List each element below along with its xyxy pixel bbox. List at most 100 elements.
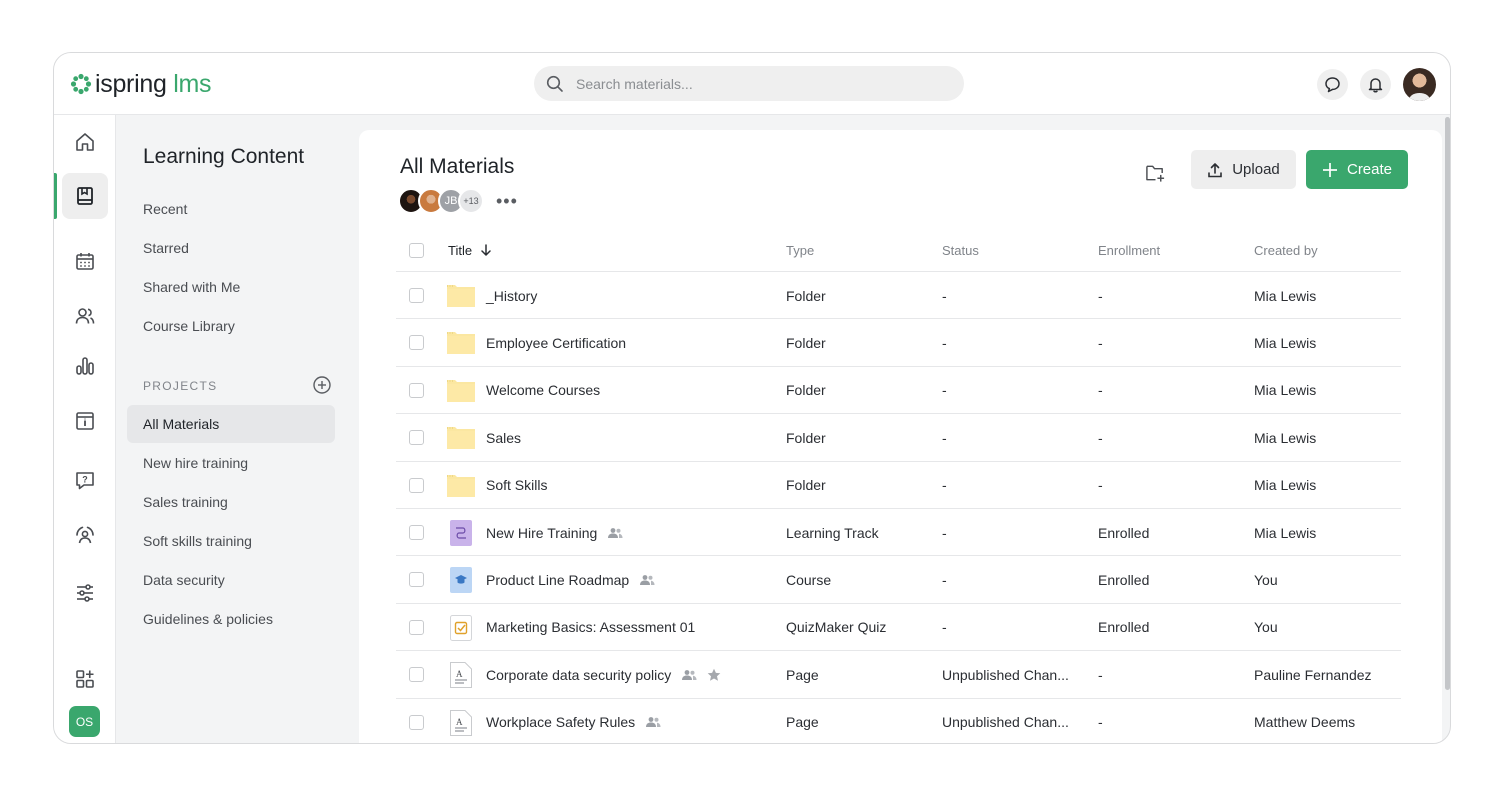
cell-status: -	[942, 571, 947, 588]
bell-icon	[1368, 78, 1383, 93]
folder-icon	[446, 472, 476, 498]
rail-settings[interactable]	[62, 570, 108, 616]
cell-created-by: You	[1254, 571, 1278, 588]
cell-title[interactable]: New Hire Training	[486, 509, 623, 556]
table-row[interactable]: Product Line Roadmap Course - Enrolled You	[396, 555, 1401, 602]
more-options-icon[interactable]: •••	[496, 192, 518, 210]
rail-reports[interactable]	[62, 343, 108, 389]
cell-type: Course	[786, 571, 832, 588]
row-checkbox[interactable]	[409, 714, 424, 730]
search-bar[interactable]	[534, 66, 964, 101]
cell-created-by: Mia Lewis	[1254, 334, 1317, 351]
column-enrollment[interactable]: Enrollment	[1098, 230, 1160, 270]
row-checkbox[interactable]	[409, 430, 424, 446]
row-checkbox[interactable]	[409, 525, 424, 540]
home-icon	[76, 133, 94, 151]
chat-button[interactable]	[1317, 69, 1348, 100]
table-row[interactable]: Employee Certification Folder - - Mia Lewis	[396, 318, 1401, 365]
project-guidelines-policies[interactable]: Guidelines & policies	[127, 600, 335, 638]
project-new-hire-training[interactable]: New hire training	[127, 444, 335, 482]
cell-type: Folder	[786, 429, 826, 446]
row-checkbox[interactable]	[409, 382, 424, 398]
cell-created-by: Matthew Deems	[1254, 714, 1356, 731]
add-apps-icon	[76, 670, 94, 688]
row-checkbox[interactable]	[409, 572, 424, 588]
create-button[interactable]: Create	[1306, 150, 1408, 189]
rail-help[interactable]: ?	[62, 457, 108, 503]
cell-title[interactable]: Product Line Roadmap	[486, 556, 655, 603]
nav-starred[interactable]: Starred	[143, 240, 189, 256]
scrollbar[interactable]	[1445, 117, 1450, 690]
nav-course-library[interactable]: Course Library	[143, 318, 235, 334]
project-sales-training[interactable]: Sales training	[127, 483, 335, 521]
row-checkbox[interactable]	[409, 619, 424, 635]
cell-enrollment: -	[1098, 714, 1103, 731]
cell-enrollment: Enrolled	[1098, 524, 1150, 541]
project-members[interactable]: JB +13 •••	[398, 187, 518, 215]
rail-users[interactable]	[62, 293, 108, 339]
cell-status: -	[942, 382, 947, 399]
cell-type: Learning Track	[786, 524, 879, 541]
cell-title[interactable]: Workplace Safety Rules	[486, 699, 661, 743]
nav-recent[interactable]: Recent	[143, 201, 187, 217]
icon-rail: ? OS	[54, 115, 116, 743]
cell-title[interactable]: _History	[486, 272, 537, 319]
project-soft-skills-training[interactable]: Soft skills training	[127, 522, 335, 560]
item-title: Product Line Roadmap	[486, 571, 630, 588]
page-icon: A	[446, 709, 476, 736]
cell-title[interactable]: Employee Certification	[486, 319, 626, 366]
project-all-materials[interactable]: All Materials	[127, 405, 335, 443]
column-created-by[interactable]: Created by	[1254, 230, 1318, 270]
cell-title[interactable]: Corporate data security policy	[486, 651, 721, 698]
rail-catalog[interactable]	[62, 398, 108, 444]
row-checkbox[interactable]	[409, 288, 424, 303]
notifications-button[interactable]	[1360, 69, 1391, 100]
table-row[interactable]: Marketing Basics: Assessment 01 QuizMaker…	[396, 602, 1401, 651]
cell-title[interactable]: Soft Skills	[486, 462, 547, 509]
cell-title[interactable]: Sales	[486, 414, 521, 461]
org-badge[interactable]: OS	[69, 706, 100, 737]
table-row[interactable]: _History Folder - - Mia Lewis	[396, 271, 1401, 318]
table-row[interactable]: A Workplace Safety Rules Page Unpublished C…	[396, 697, 1401, 743]
column-status[interactable]: Status	[942, 230, 979, 270]
table-row[interactable]: New Hire Training Learning Track - Enrolled…	[396, 508, 1401, 555]
column-title[interactable]: Title	[448, 230, 493, 270]
cell-created-by: Mia Lewis	[1254, 524, 1317, 541]
cell-title[interactable]: Marketing Basics: Assessment 01	[486, 604, 695, 651]
cell-type: QuizMaker Quiz	[786, 619, 887, 636]
cell-status: -	[942, 619, 947, 636]
table-row[interactable]: Welcome Courses Folder - - Mia Lewis	[396, 365, 1401, 414]
rail-content[interactable]	[62, 173, 108, 219]
sidebar-title: Learning Content	[143, 145, 305, 168]
project-data-security[interactable]: Data security	[127, 561, 335, 599]
item-title: Soft Skills	[486, 477, 548, 494]
table-row[interactable]: A Corporate data security policy Page Unpub…	[396, 650, 1401, 697]
add-project-icon[interactable]	[312, 375, 332, 395]
search-input[interactable]	[576, 75, 936, 92]
table-row[interactable]: Sales Folder - - Mia Lewis	[396, 413, 1401, 460]
cell-created-by: Pauline Fernandez	[1254, 666, 1372, 683]
calendar-icon	[76, 253, 94, 270]
star-icon[interactable]	[707, 668, 721, 682]
rail-home[interactable]	[62, 119, 108, 165]
member-count[interactable]: +13	[458, 188, 484, 214]
select-all-checkbox[interactable]	[409, 243, 424, 258]
ispring-logo[interactable]: ispring lms	[70, 69, 211, 99]
upload-button[interactable]: Upload	[1191, 150, 1296, 189]
rail-add-apps[interactable]	[62, 656, 108, 702]
rail-management[interactable]	[62, 512, 108, 558]
user-avatar[interactable]	[1403, 68, 1436, 101]
table-row[interactable]: Soft Skills Folder - - Mia Lewis	[396, 460, 1401, 509]
nav-shared-with-me[interactable]: Shared with Me	[143, 279, 240, 295]
cell-type: Page	[786, 666, 819, 683]
row-checkbox[interactable]	[409, 477, 424, 493]
row-checkbox[interactable]	[409, 335, 424, 351]
main-panel: All Materials JB +13 ••• Upload Create T…	[359, 130, 1442, 743]
cell-title[interactable]: Welcome Courses	[486, 367, 600, 414]
column-type[interactable]: Type	[786, 230, 814, 270]
rail-calendar[interactable]	[62, 238, 108, 284]
logo-text-lms: lms	[173, 69, 212, 98]
catalog-icon	[76, 412, 94, 430]
new-folder-button[interactable]	[1145, 158, 1175, 188]
row-checkbox[interactable]	[409, 667, 424, 683]
